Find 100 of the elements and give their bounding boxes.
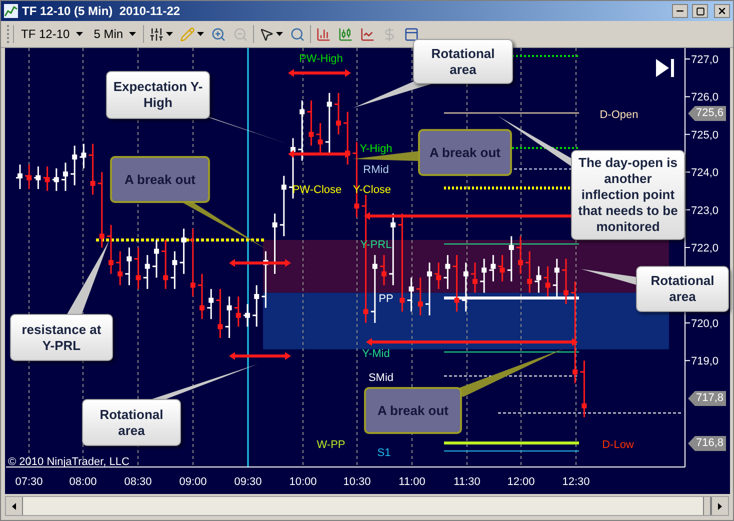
caret-icon (129, 32, 136, 36)
time-tick-label: 12:00 (507, 476, 535, 488)
interval-dropdown[interactable]: 5 Min (90, 25, 140, 43)
minimize-button[interactable] (672, 4, 688, 18)
callout-pointer (581, 269, 637, 285)
price-bar (380, 255, 386, 286)
price-bar (244, 304, 250, 327)
candlestick-icon (338, 26, 354, 42)
price-bar (307, 100, 314, 146)
price-bar (252, 285, 260, 327)
scroll-right-button[interactable] (711, 497, 728, 515)
price-bar (407, 278, 414, 312)
skip-to-end-icon[interactable] (656, 59, 674, 77)
time-tick-label: 11:00 (398, 476, 426, 488)
breakout-callout: A break out (418, 129, 512, 176)
note-callout: Rotational area (413, 39, 513, 84)
caret-icon (166, 32, 174, 36)
price-bar (225, 296, 232, 338)
price-bar (498, 255, 505, 282)
price-tick-label: 727,0 (691, 54, 719, 66)
price-bar (507, 236, 514, 282)
price-bar (489, 255, 496, 282)
level-label: W-PP (316, 439, 346, 451)
window-title: TF 12-10 (5 Min) 2010-11-22 (22, 3, 180, 20)
note-callout: Rotational area (636, 266, 729, 312)
note-callout: Expectation Y-High (106, 71, 210, 119)
caret-icon (76, 32, 83, 36)
price-bar (416, 278, 423, 316)
time-tick-label: 07:30 (15, 476, 43, 488)
note-callout: resistance at Y-PRL (10, 314, 113, 361)
zoom-out-icon (233, 26, 248, 42)
price-bar (316, 123, 323, 154)
price-tick-label: 722,0 (691, 242, 719, 254)
price-tag: 716,8 (688, 436, 726, 451)
price-bar (162, 240, 168, 289)
price-tick-label: 726,0 (691, 92, 719, 104)
price-bar (270, 214, 278, 274)
price-bar (480, 258, 487, 293)
time-tick-label: 08:00 (69, 476, 97, 488)
price-bar (544, 266, 550, 296)
note-callout: The day-open is another inflection point that needs to be monitored (571, 150, 685, 240)
pointer-icon (259, 26, 274, 42)
time-tick-label: 12:30 (562, 476, 590, 488)
range-arrow (229, 259, 291, 267)
price-bar (70, 146, 78, 186)
caret-icon (197, 32, 204, 36)
time-tick-label: 11:30 (454, 476, 480, 488)
price-bar (52, 168, 59, 191)
price-tick-label: 724,0 (691, 167, 719, 180)
price-bar (462, 262, 468, 312)
price-bar (180, 228, 186, 274)
price-bar (170, 251, 178, 289)
chart-app-icon (4, 4, 18, 18)
level-label: PP (378, 293, 394, 305)
price-tag: 725,6 (688, 106, 726, 121)
toolbar-button[interactable] (178, 24, 206, 44)
price-bar (526, 251, 532, 293)
breakout-callout: A break out (110, 156, 210, 203)
price-tick-label: 720,0 (691, 318, 719, 330)
price-bar (444, 255, 450, 289)
price-bar (334, 92, 341, 134)
bar-chart-icon (316, 26, 332, 42)
price-bar (107, 224, 114, 274)
price-bar (116, 251, 123, 286)
scroll-left-button[interactable] (6, 497, 23, 515)
price-bar (280, 176, 286, 236)
close-button[interactable] (714, 4, 730, 18)
time-tick-label: 09:30 (234, 476, 262, 488)
maximize-button[interactable] (692, 4, 708, 18)
price-bar (16, 164, 22, 190)
price-bar (234, 296, 241, 327)
breakout-callout: A break out (364, 387, 462, 434)
price-bar (298, 100, 305, 161)
price-bar (207, 288, 214, 320)
range-arrow (288, 69, 351, 77)
price-bar (134, 248, 141, 289)
zoom-in-icon (211, 26, 226, 42)
price-bar (516, 236, 523, 274)
panel-icon (404, 26, 420, 42)
scroll-thumb[interactable] (703, 497, 711, 515)
price-bar (80, 144, 86, 168)
time-tick-label: 08:30 (124, 476, 152, 488)
price-bar (434, 262, 442, 289)
level-label: RMid (363, 164, 389, 176)
horizontal-scrollbar[interactable] (5, 496, 729, 516)
instrument-dropdown[interactable]: TF 12-10 (17, 25, 87, 43)
price-bar (216, 288, 223, 338)
price-bar (188, 228, 196, 296)
left-arrow-icon (12, 502, 16, 510)
copyright-text: © 2010 NinjaTrader, LLC (8, 456, 130, 468)
price-bar (88, 144, 96, 195)
price-bar (370, 255, 378, 323)
time-tick-label: 09:00 (179, 476, 207, 488)
price-bar (552, 258, 560, 296)
price-tick-label: 725,0 (691, 129, 719, 142)
price-tick-label: 719,0 (691, 356, 719, 368)
level-label: Y-Mid (362, 348, 390, 360)
price-tag: 717,8 (688, 391, 726, 406)
price-bar (262, 251, 268, 308)
line-chart-icon (360, 26, 376, 42)
